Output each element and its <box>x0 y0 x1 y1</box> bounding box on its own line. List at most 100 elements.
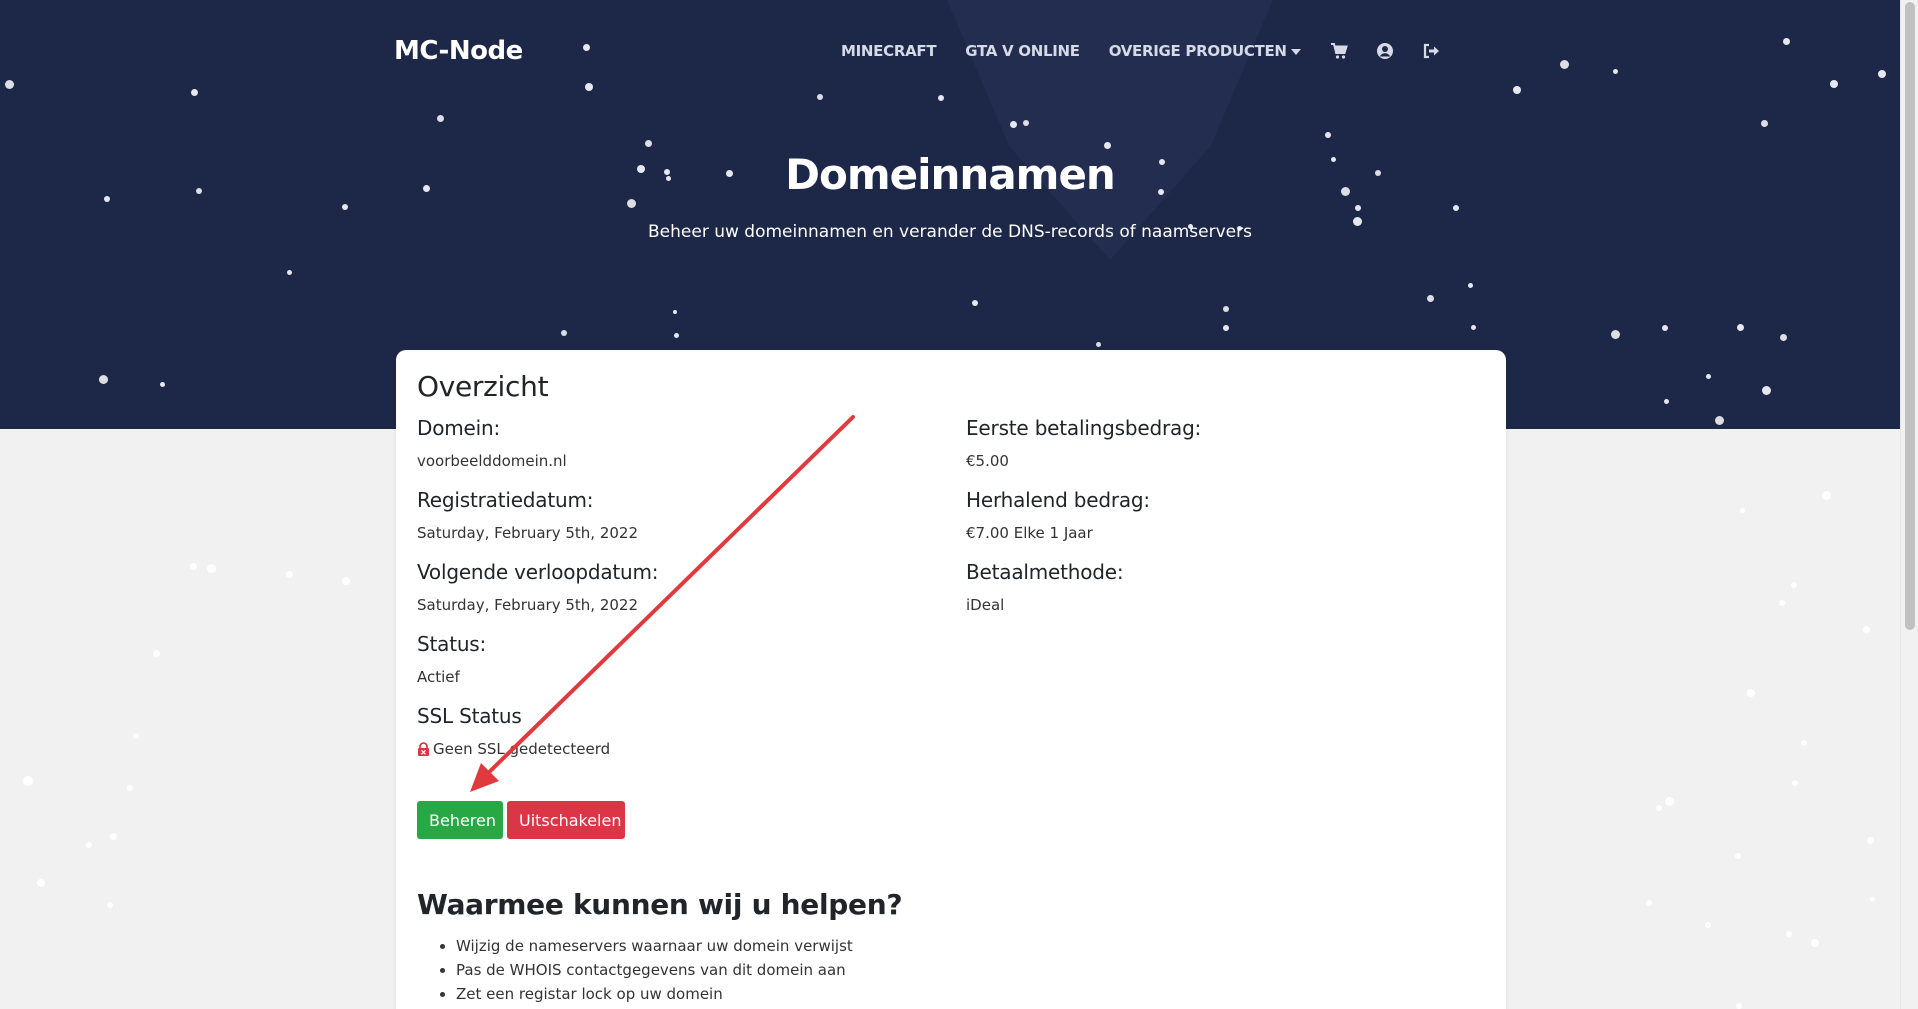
snowflake <box>342 577 350 585</box>
snowflake <box>1762 386 1771 395</box>
field-value: Actief <box>417 668 460 686</box>
caret-down-icon <box>1290 48 1301 55</box>
snowflake <box>1801 740 1807 746</box>
field-recurring-amount: Herhalend bedrag: €7.00 Elke 1 Jaar <box>966 488 1150 542</box>
snowflake <box>1023 120 1029 126</box>
snowflake <box>1706 374 1711 379</box>
snowflake <box>1811 939 1819 947</box>
snowflake <box>1779 600 1785 606</box>
snowflake <box>1735 853 1741 859</box>
snowflake <box>972 300 978 306</box>
field-label: Volgende verloopdatum: <box>417 560 659 584</box>
snowflake <box>1355 205 1361 211</box>
snowflake <box>1223 325 1229 331</box>
field-label: Betaalmethode: <box>966 560 1124 584</box>
snowflake <box>287 270 292 275</box>
snowflake <box>1870 897 1875 902</box>
list-item: Pas de WHOIS contactgegevens van dit dom… <box>456 961 853 979</box>
snowflake <box>207 564 216 573</box>
snowflake <box>1223 306 1229 312</box>
snowflake <box>133 733 139 739</box>
field-label: Herhalend bedrag: <box>966 488 1150 512</box>
field-value: Saturday, February 5th, 2022 <box>417 596 639 614</box>
snowflake <box>1863 626 1870 633</box>
snowflake <box>1096 342 1101 347</box>
field-value: €7.00 Elke 1 Jaar <box>966 524 1093 542</box>
snowflake <box>1427 295 1434 302</box>
snowflake <box>1740 508 1745 513</box>
snowflake <box>1786 931 1792 937</box>
field-payment-method: Betaalmethode: iDeal <box>966 560 1124 614</box>
page-title: Domeinnamen <box>785 150 1116 199</box>
field-value: voorbeelddomein.nl <box>417 452 567 470</box>
nav-minecraft[interactable]: MINECRAFT <box>841 42 937 60</box>
snowflake <box>1736 1003 1742 1009</box>
snowflake <box>37 879 45 887</box>
field-label: Eerste betalingsbedrag: <box>966 416 1202 440</box>
field-registration-date: Registratiedatum: Saturday, February 5th… <box>417 488 638 542</box>
snowflake <box>1715 416 1724 425</box>
snowflake <box>1468 283 1473 288</box>
snowflake <box>437 115 444 122</box>
user-circle-icon[interactable] <box>1376 42 1394 60</box>
snowflake <box>673 310 677 314</box>
ssl-status-text: Geen SSL gedetecteerd <box>433 740 611 758</box>
help-list: Wijzig de nameservers waarnaar uw domein… <box>456 937 853 1009</box>
snowflake <box>1656 805 1662 811</box>
snowflake <box>107 902 113 908</box>
brand-logo[interactable]: MC-Node <box>394 36 523 66</box>
field-label: Status: <box>417 632 487 656</box>
nav-overige-producten-label: OVERIGE PRODUCTEN <box>1108 42 1287 60</box>
field-label: Domein: <box>417 416 500 440</box>
snowflake <box>1705 922 1711 928</box>
sign-out-icon[interactable] <box>1422 42 1440 60</box>
snowflake <box>286 571 293 578</box>
snowflake <box>160 382 165 387</box>
manage-button[interactable]: Beheren <box>417 801 503 839</box>
scrollbar[interactable] <box>1900 0 1918 1009</box>
snowflake <box>1662 325 1668 331</box>
nav-gta-v-online[interactable]: GTA V ONLINE <box>965 42 1080 60</box>
page-subtitle: Beheer uw domeinnamen en verander de DNS… <box>648 222 1252 242</box>
snowflake <box>1791 582 1797 588</box>
field-value: €5.00 <box>966 452 1009 470</box>
snowflake <box>1471 325 1476 330</box>
snowflake <box>99 375 108 384</box>
field-label: SSL Status <box>417 704 522 728</box>
nav-overige-producten[interactable]: OVERIGE PRODUCTEN <box>1109 42 1301 60</box>
snowflake <box>190 563 197 570</box>
snowflake <box>1646 900 1652 906</box>
scrollbar-thumb[interactable] <box>1905 2 1915 630</box>
field-domain: Domein: voorbeelddomein.nl <box>417 416 567 470</box>
overview-title: Overzicht <box>417 370 549 403</box>
field-value: Geen SSL gedetecteerd <box>417 740 610 758</box>
snowflake <box>1822 491 1831 500</box>
snowflake <box>342 204 348 210</box>
navbar: MC-Node MINECRAFT GTA V ONLINE OVERIGE P… <box>0 0 1900 100</box>
nav-links: MINECRAFT GTA V ONLINE OVERIGE PRODUCTEN <box>841 42 1468 60</box>
snowflake <box>1780 334 1787 341</box>
field-label: Registratiedatum: <box>417 488 594 512</box>
disable-button[interactable]: Uitschakelen <box>507 801 625 839</box>
red-lock-icon <box>418 742 429 756</box>
snowflake <box>1747 689 1755 697</box>
field-next-expiry-date: Volgende verloopdatum: Saturday, Februar… <box>417 560 659 614</box>
snowflake <box>86 842 92 848</box>
snowflake <box>1611 330 1620 339</box>
snowflake <box>1761 120 1768 127</box>
snowflake <box>627 199 636 208</box>
overview-card: Overzicht Domein: voorbeelddomein.nl Reg… <box>396 350 1506 1009</box>
snowflake <box>1010 121 1017 128</box>
snowflake <box>1664 399 1669 404</box>
field-value: iDeal <box>966 596 1005 614</box>
snowflake <box>1453 205 1459 211</box>
field-ssl-status: SSL Status Geen SSL gedetecteerd <box>417 704 610 758</box>
snowflake <box>110 833 117 840</box>
snowflake <box>674 333 679 338</box>
snowflake <box>127 785 133 791</box>
snowflake <box>1325 132 1331 138</box>
snowflake <box>561 330 567 336</box>
field-value: Saturday, February 5th, 2022 <box>417 524 639 542</box>
cart-icon[interactable] <box>1330 42 1348 60</box>
snowflake <box>1792 780 1798 786</box>
